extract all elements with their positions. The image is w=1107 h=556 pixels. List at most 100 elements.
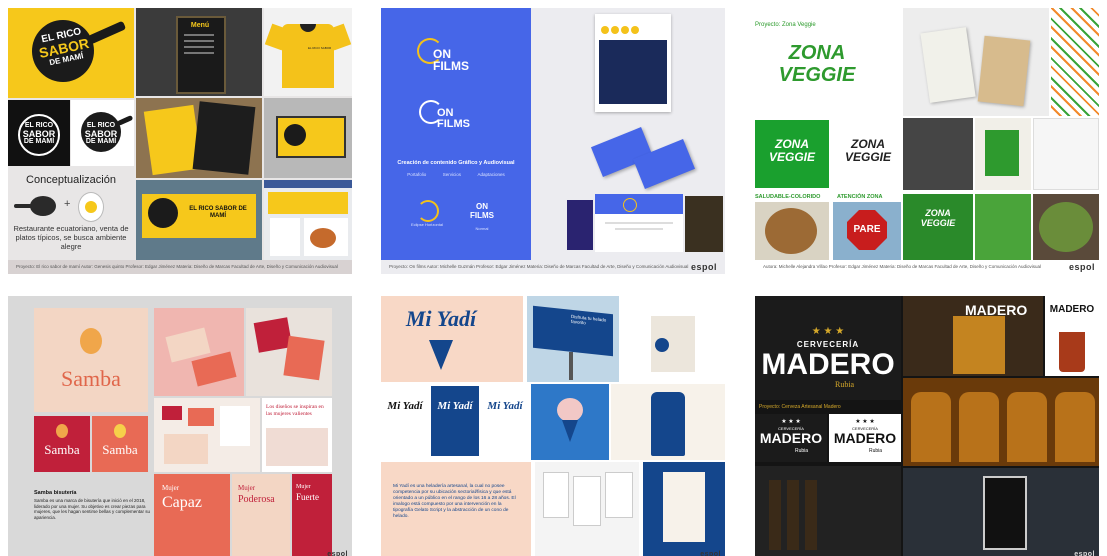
- samba-coral-block: Samba: [92, 416, 148, 472]
- samba-logo-block: Samba: [34, 308, 148, 412]
- mi-yadi-logo: Mi Yadí: [405, 306, 477, 331]
- green-logo-block: ZONA VEGGIE: [755, 120, 829, 188]
- poster-capaz: Mujer Capaz: [154, 474, 230, 556]
- ice-cream-hand-photo: [531, 384, 609, 460]
- logo-variant-white: Mi Yadí: [381, 386, 429, 456]
- espol-logo: espol: [690, 262, 717, 272]
- tshirt-logo: EL RICO SABOR: [308, 46, 332, 50]
- bottle-pattern-photo: [755, 466, 901, 556]
- panel-caption: Proyecto: El rico sabor de mamí Autor: G…: [8, 260, 352, 274]
- samba-red-block: Samba: [34, 416, 90, 472]
- samba-drop-icon: [114, 424, 126, 438]
- logo-black-block: EL RICO SABOR DE MAMÍ: [8, 100, 70, 166]
- madero-glass-text: MADERO: [1049, 304, 1095, 315]
- zona-veggie-logo-outline: ZONA VEGGIE: [844, 137, 891, 164]
- website-mockup-photo-left: [567, 200, 593, 250]
- instagram-mockup: [595, 14, 671, 112]
- web-mockup: Los diseños se inspiran en las mujeres v…: [262, 398, 332, 472]
- logo-small-text: EL RICO SABOR DE MAMÍ: [84, 122, 118, 145]
- cards-mockup: [154, 308, 244, 396]
- panel-el-rico-sabor: EL RICO SABOR DE MAMÍ EL RICO SABOR DE M…: [8, 8, 352, 274]
- brand-description: Samba es una marca de bisutería que inic…: [34, 498, 151, 520]
- pan-handle: [87, 20, 127, 45]
- espol-logo: espol: [1068, 262, 1095, 272]
- menu-board-photo: [643, 462, 725, 556]
- menu-title: Menú: [190, 22, 210, 29]
- madero-glass-logo: MADERO: [965, 302, 1028, 318]
- samba-logo-red: Samba: [44, 442, 80, 457]
- description-block: Mi Yadí es una heladería artesanal, la c…: [381, 462, 531, 556]
- label-atencion: ATENCIÓN ZONA: [837, 194, 883, 200]
- tote-bag-photo: [621, 296, 725, 382]
- nav-item: Portafolio: [407, 172, 427, 177]
- zona-veggie-logo-white: ZONA VEGGIE: [768, 137, 815, 164]
- label-saludable: SALUDABLE-COLORIDO: [755, 194, 821, 200]
- sign-text: EL RICO SABOR DE MAMÍ: [189, 206, 247, 219]
- tshirt-photo: EL RICO SABOR: [264, 8, 352, 96]
- bottles-photo: [903, 378, 1099, 466]
- billboard-photo: Disfruta tu helado favorito: [527, 296, 619, 382]
- quote-text: Los diseños se inspiran en las mujeres v…: [266, 404, 324, 417]
- panel-madero: ★ ★ ★ CERVECERÍA MADERO Rubia MADERO MAD…: [755, 296, 1099, 556]
- concept-heading: Conceptualización: [26, 174, 116, 186]
- frying-pan-icon: [30, 196, 56, 216]
- pink-logo-block: Mi Yadí: [381, 296, 523, 382]
- green-pattern-photo: [975, 194, 1031, 260]
- normal-label: Normal: [475, 226, 489, 231]
- website-mockup: [595, 194, 683, 252]
- logo-variant-blue-light: Mi Yadí: [481, 386, 529, 456]
- tagline: Creación de contenido Gráfico y Audiovis…: [397, 160, 515, 166]
- food-bowl-photo: [1033, 194, 1099, 260]
- samba-drop-icon: [80, 328, 102, 354]
- panel-caption: Autora: Michelle Alejandra Villao Profes…: [763, 264, 1042, 269]
- nav-item: Servicios: [442, 172, 461, 177]
- stop-sign-text: PARE: [853, 224, 881, 235]
- panel-samba: Samba Samba Samba Samba bisutería Samba …: [8, 296, 352, 556]
- logo-small-text: EL RICO SABOR DE MAMÍ: [22, 122, 56, 145]
- nav-item: Adaptaciones: [477, 172, 505, 177]
- panel-zona-veggie: Proyecto: Zona Veggie ZONA VEGGIE ZONA V…: [755, 8, 1099, 274]
- madero-main-logo-block: ★ ★ ★ CERVECERÍA MADERO Rubia: [755, 296, 901, 400]
- panel-mi-yadi: Mi Yadí Disfruta tu helado favorito Mi Y…: [381, 296, 725, 556]
- green-card-photo: ZONA VEGGIE: [903, 194, 973, 260]
- espol-logo: espol: [700, 551, 721, 556]
- menu-photo: Menú: [136, 8, 262, 96]
- eclipse-label: Eclipse Horizontal: [410, 222, 443, 227]
- stars: ★ ★ ★: [811, 326, 845, 337]
- madero-logo-black: ★ ★ ★ CERVECERÍA MADERO Rubia: [755, 414, 827, 462]
- carrot-pattern: [1051, 8, 1099, 116]
- stand-photo: [903, 118, 973, 190]
- project-label: Proyecto: Zona Veggie: [755, 22, 816, 28]
- pan-handle: [14, 204, 32, 208]
- samba-drop-icon: [56, 424, 68, 438]
- nav-row: Portafolio Servicios Adaptaciones: [399, 172, 513, 177]
- madero-logo-white: ★ ★ ★ CERVECERÍA MADERO Rubia: [829, 414, 901, 462]
- salad-photo: [755, 202, 829, 260]
- billboard-photo: EL RICO SABOR DE MAMÍ: [136, 180, 262, 260]
- beer-pour-photo: MADERO: [903, 296, 1043, 376]
- blue-brand-block: ON FILMS ON FILMS Creación de contenido …: [381, 8, 531, 260]
- zona-veggie-logo-big: ZONA VEGGIE: [778, 42, 856, 86]
- glass-photo: MADERO: [1045, 296, 1099, 376]
- signboard-photo: [975, 118, 1031, 190]
- facebook-page-mockup: [264, 180, 352, 260]
- stop-sign-photo: PARE: [833, 202, 901, 260]
- zona-veggie-logo-card: ZONA VEGGIE: [920, 208, 956, 228]
- logo-yellow-block: EL RICO SABOR DE MAMÍ: [8, 8, 134, 98]
- espol-logo: espol: [1074, 551, 1095, 556]
- poster-poderosa: Mujer Poderosa: [232, 474, 290, 556]
- logo-white-block: EL RICO SABOR DE MAMÍ: [71, 100, 134, 166]
- logo-on-films-2: ON FILMS: [437, 107, 470, 130]
- social-media-mockup: [535, 462, 639, 556]
- madero-logo: MADERO: [761, 348, 895, 381]
- concept-description: Restaurante ecuatoriano, venta de platos…: [13, 224, 129, 251]
- panel-caption: Proyecto: On films Autor: Michelle Guzmá…: [389, 264, 689, 269]
- logo-variant-blue: Mi Yadí: [431, 386, 479, 456]
- panel-on-films: ON FILMS ON FILMS Creación de contenido …: [381, 8, 725, 274]
- stationery-mockup: [154, 398, 260, 472]
- brand-title: Samba bisutería: [34, 490, 77, 496]
- web-mockup-photo: [1033, 118, 1099, 190]
- menu-board-photo: [136, 98, 262, 178]
- logo-on-films-1: ON FILMS: [433, 47, 469, 73]
- storefront-sign-photo: [264, 98, 352, 178]
